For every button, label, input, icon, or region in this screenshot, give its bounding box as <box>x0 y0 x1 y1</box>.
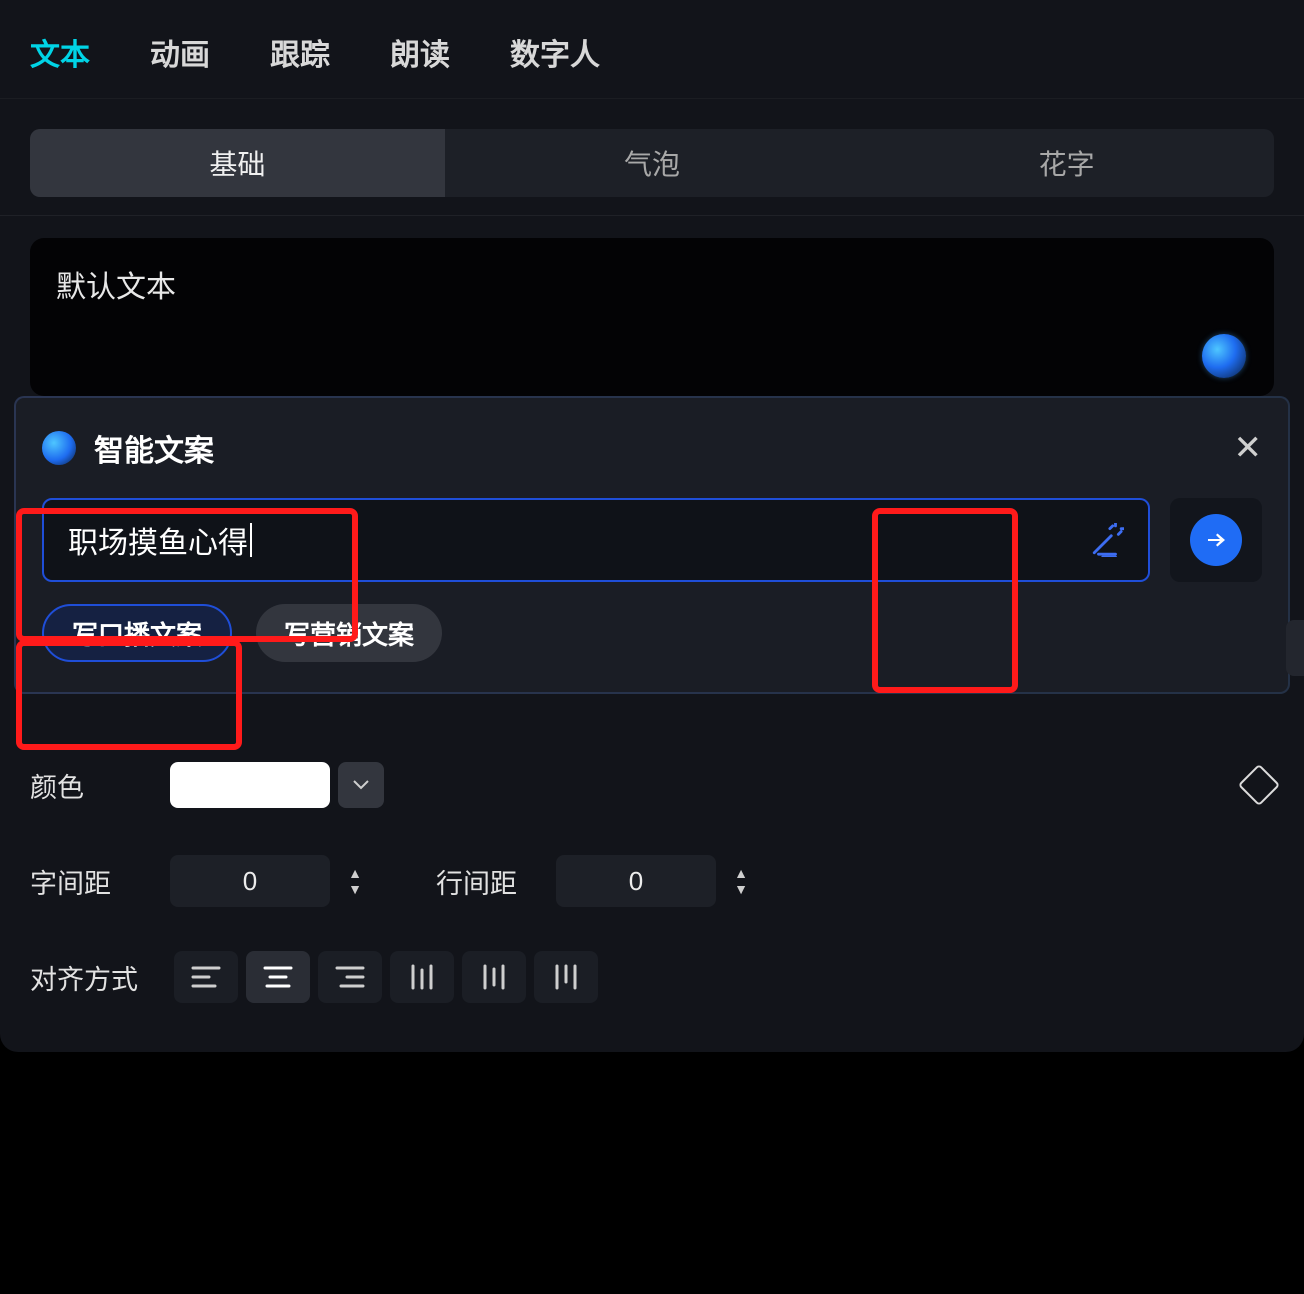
smart-copy-popup: 智能文案 ✕ 职场摸鱼心得 <box>14 396 1290 694</box>
align-label: 对齐方式 <box>30 958 170 997</box>
text-cursor <box>250 523 252 557</box>
letter-spacing-input[interactable]: 0 <box>170 855 330 907</box>
align-vertical-center-button[interactable] <box>462 951 526 1003</box>
smart-popup-header: 智能文案 ✕ <box>42 426 1262 470</box>
arrow-right-icon <box>1190 514 1242 566</box>
sub-tab-wrap: 基础 气泡 花字 <box>0 99 1304 216</box>
color-dropdown-button[interactable] <box>338 762 384 808</box>
sub-tab-bubble[interactable]: 气泡 <box>445 129 860 197</box>
top-tab-bar: 文本 动画 跟踪 朗读 数字人 <box>0 0 1304 99</box>
align-button-group <box>174 951 598 1003</box>
tab-read[interactable]: 朗读 <box>390 30 450 74</box>
sub-tab-bar: 基础 气泡 花字 <box>30 129 1274 197</box>
ai-orb-icon[interactable] <box>1202 334 1246 378</box>
chip-marketing-copy[interactable]: 写营销文案 <box>256 604 442 662</box>
chevron-up-icon[interactable]: ▲ <box>338 866 372 880</box>
letter-spacing-stepper[interactable]: ▲ ▼ <box>338 855 372 907</box>
text-properties-panel: 文本 动画 跟踪 朗读 数字人 基础 气泡 花字 默认文本 智能文案 ✕ 职场摸… <box>0 0 1304 1052</box>
color-swatch[interactable] <box>170 762 330 808</box>
align-vertical-right-button[interactable] <box>534 951 598 1003</box>
text-content-input[interactable]: 默认文本 <box>30 238 1274 396</box>
line-spacing-label: 行间距 <box>436 862 556 901</box>
sub-tab-basic[interactable]: 基础 <box>30 129 445 197</box>
smart-popup-title: 智能文案 <box>94 426 1234 470</box>
align-center-button[interactable] <box>246 951 310 1003</box>
tab-animation[interactable]: 动画 <box>150 30 210 74</box>
line-spacing-stepper[interactable]: ▲ ▼ <box>724 855 758 907</box>
tab-text[interactable]: 文本 <box>30 30 90 74</box>
smart-prompt-input[interactable]: 职场摸鱼心得 <box>42 498 1150 582</box>
tab-digital-human[interactable]: 数字人 <box>510 30 600 74</box>
line-spacing-input[interactable]: 0 <box>556 855 716 907</box>
text-content-value: 默认文本 <box>56 271 176 304</box>
sub-tab-fancy[interactable]: 花字 <box>859 129 1274 197</box>
ai-orb-icon <box>42 431 76 465</box>
letter-spacing-label: 字间距 <box>30 862 170 901</box>
submit-button[interactable] <box>1170 498 1262 582</box>
magic-wand-icon[interactable] <box>1090 523 1124 557</box>
spacing-row: 字间距 0 ▲ ▼ 行间距 0 ▲ ▼ <box>30 846 1274 916</box>
align-left-button[interactable] <box>174 951 238 1003</box>
template-chip-row: 写口播文案 写营销文案 <box>42 604 1262 662</box>
align-vertical-left-button[interactable] <box>390 951 454 1003</box>
color-label: 颜色 <box>30 766 170 805</box>
text-area-wrap: 默认文本 <box>0 216 1304 396</box>
close-icon[interactable]: ✕ <box>1234 431 1263 465</box>
chip-broadcast-copy[interactable]: 写口播文案 <box>42 604 232 662</box>
color-row: 颜色 <box>30 750 1274 820</box>
chevron-up-icon[interactable]: ▲ <box>724 866 758 880</box>
smart-input-row: 职场摸鱼心得 <box>42 498 1262 582</box>
panel-collapse-handle[interactable] <box>1286 620 1304 676</box>
chevron-down-icon[interactable]: ▼ <box>338 882 372 896</box>
tab-track[interactable]: 跟踪 <box>270 30 330 74</box>
align-row: 对齐方式 <box>30 942 1274 1012</box>
align-right-button[interactable] <box>318 951 382 1003</box>
controls-section: 颜色 字间距 0 ▲ ▼ 行间距 0 ▲ ▼ 对齐方式 <box>0 694 1304 1012</box>
reset-keyframe-icon[interactable] <box>1238 764 1280 806</box>
chevron-down-icon[interactable]: ▼ <box>724 882 758 896</box>
smart-prompt-value: 职场摸鱼心得 <box>68 518 248 562</box>
